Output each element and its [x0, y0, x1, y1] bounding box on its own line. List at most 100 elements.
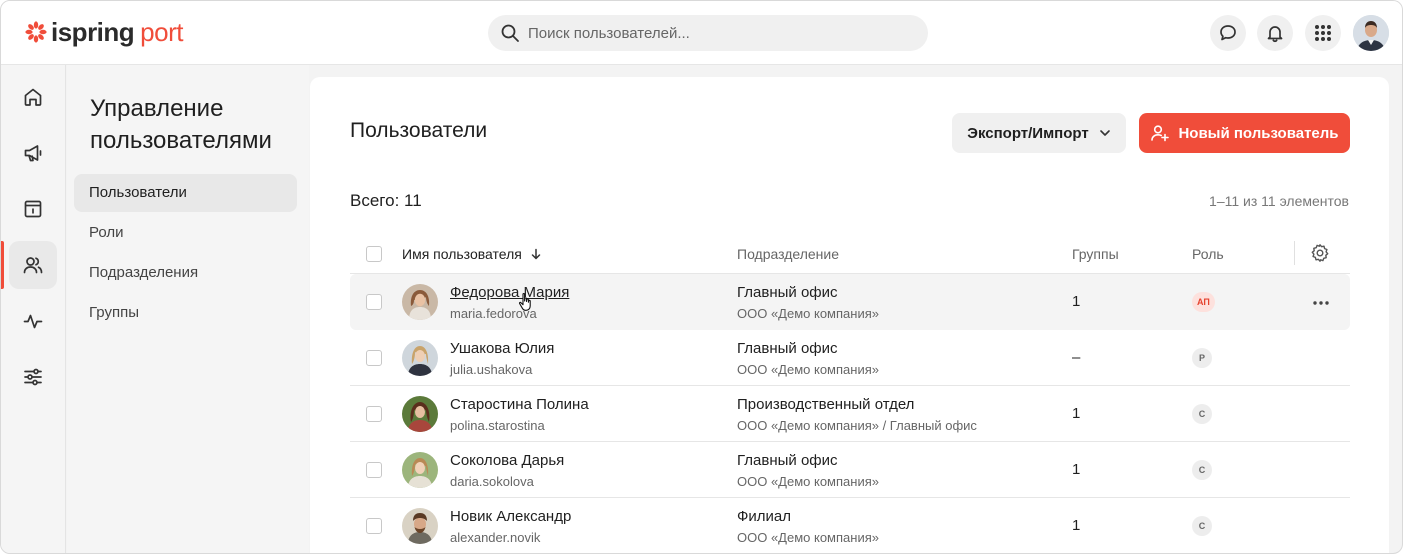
row-checkbox[interactable]	[366, 350, 382, 366]
users-icon	[23, 257, 43, 274]
role-badge: Р	[1192, 348, 1212, 368]
header-divider	[1294, 241, 1295, 265]
notifications-button[interactable]	[1257, 15, 1293, 51]
main-content: Пользователи Экспорт/Импорт Новый пользо…	[310, 77, 1389, 553]
home-icon	[24, 88, 42, 106]
user-name-link[interactable]: Соколова Дарья	[450, 452, 564, 469]
apps-button[interactable]	[1305, 15, 1341, 51]
search-icon	[501, 24, 519, 42]
logo-flower-icon	[25, 21, 47, 43]
role-badge: С	[1192, 516, 1212, 536]
department-name: Филиал	[737, 508, 792, 525]
column-header-department[interactable]: Подразделение	[737, 246, 839, 262]
table-row[interactable]: Новик Александр alexander.novik Филиал О…	[350, 498, 1350, 553]
column-header-name[interactable]: Имя пользователя	[402, 246, 542, 262]
user-photo	[1353, 15, 1389, 51]
select-all-checkbox[interactable]	[366, 246, 382, 262]
column-header-role[interactable]: Роль	[1192, 246, 1224, 262]
chat-button[interactable]	[1210, 15, 1246, 51]
department-path: ООО «Демо компания» / Главный офис	[737, 418, 977, 433]
department-path: ООО «Демо компания»	[737, 306, 879, 321]
groups-count: 1	[1072, 461, 1081, 478]
logo-main-text: ispring	[51, 17, 135, 47]
export-import-button[interactable]: Экспорт/Импорт	[952, 113, 1126, 153]
pagination-info: 1–11 из 11 элементов	[1209, 193, 1349, 209]
row-checkbox[interactable]	[366, 294, 382, 310]
department-path: ООО «Демо компания»	[737, 362, 879, 377]
user-login: alexander.novik	[450, 530, 541, 545]
sidebar-item-roles[interactable]: Роли	[74, 214, 297, 252]
chevron-down-icon	[1099, 130, 1110, 136]
department-name: Главный офис	[737, 452, 838, 469]
row-checkbox[interactable]	[366, 462, 382, 478]
nav-activity[interactable]	[9, 297, 57, 345]
nav-announcements[interactable]	[9, 129, 57, 177]
department-path: ООО «Демо компания»	[737, 530, 879, 545]
avatar	[402, 284, 438, 320]
department-name: Главный офис	[737, 284, 838, 301]
sort-arrow-down-icon	[531, 248, 541, 260]
more-options-icon[interactable]	[1312, 294, 1330, 312]
top-bar: ispring port	[1, 1, 1402, 65]
page-title: Пользователи	[350, 119, 488, 142]
nav-settings[interactable]	[9, 353, 57, 401]
search-bar[interactable]	[488, 15, 928, 51]
role-badge: АП	[1192, 292, 1215, 312]
table-row[interactable]: Ушакова Юлия julia.ushakova Главный офис…	[350, 330, 1350, 386]
user-name-link[interactable]: Федорова Мария	[450, 284, 569, 301]
section-title: Управление пользователями	[90, 95, 272, 154]
user-login: daria.sokolova	[450, 474, 534, 489]
department-path: ООО «Демо компания»	[737, 474, 879, 489]
groups-count: 1	[1072, 405, 1081, 422]
logo-accent-text: port	[140, 17, 183, 47]
table-header: Имя пользователя Подразделение Группы Ро…	[350, 237, 1350, 274]
gear-icon[interactable]	[1310, 243, 1330, 263]
active-indicator	[1, 241, 4, 289]
groups-count: –	[1072, 349, 1081, 366]
activity-icon	[23, 314, 43, 329]
avatar	[402, 452, 438, 488]
user-login: julia.ushakova	[450, 362, 533, 377]
icon-rail	[1, 65, 66, 553]
search-input[interactable]	[528, 24, 908, 42]
nav-catalog[interactable]	[9, 185, 57, 233]
user-name-link[interactable]: Новик Александр	[450, 508, 571, 525]
department-name: Производственный отдел	[737, 396, 915, 413]
app-window: ispring port Поиск пользователей... Упра…	[0, 0, 1403, 554]
export-import-label: Экспорт/Импорт	[967, 124, 1089, 142]
row-checkbox[interactable]	[366, 518, 382, 534]
user-avatar[interactable]	[1353, 15, 1389, 51]
hand-pointer-cursor-icon	[518, 292, 531, 311]
avatar	[402, 508, 438, 544]
add-user-icon	[1151, 125, 1170, 142]
sidebar-item-departments[interactable]: Подразделения	[74, 254, 297, 292]
role-badge: С	[1192, 460, 1212, 480]
sidebar-item-groups[interactable]: Группы	[74, 294, 297, 332]
role-badge: С	[1192, 404, 1212, 424]
new-user-button[interactable]: Новый пользователь	[1139, 113, 1350, 153]
user-name-link[interactable]: Старостина Полина	[450, 396, 589, 413]
table-row[interactable]: Соколова Дарья daria.sokolova Главный оф…	[350, 442, 1350, 498]
sidebar-item-users[interactable]: Пользователи	[74, 174, 297, 212]
catalog-icon	[24, 200, 42, 218]
user-login: polina.starostina	[450, 418, 545, 433]
table-row[interactable]: Федорова Мария maria.fedorova Главный оф…	[350, 274, 1350, 330]
settings-sliders-icon	[24, 368, 42, 386]
user-name-link[interactable]: Ушакова Юлия	[450, 340, 554, 357]
apps-grid-icon	[1315, 25, 1331, 41]
groups-count: 1	[1072, 517, 1081, 534]
column-header-groups[interactable]: Группы	[1072, 246, 1119, 262]
avatar	[402, 340, 438, 376]
megaphone-icon	[24, 145, 42, 162]
new-user-label: Новый пользователь	[1178, 124, 1339, 142]
bell-icon	[1267, 26, 1283, 43]
table-row[interactable]: Старостина Полина polina.starostina Прои…	[350, 386, 1350, 442]
row-checkbox[interactable]	[366, 406, 382, 422]
logo[interactable]: ispring port	[25, 18, 183, 46]
department-name: Главный офис	[737, 340, 838, 357]
avatar	[402, 396, 438, 432]
section-sidebar: Управление пользователями Пользователи Р…	[67, 65, 309, 553]
nav-home[interactable]	[9, 73, 57, 121]
column-header-name-label: Имя пользователя	[402, 246, 522, 262]
nav-users[interactable]	[9, 241, 57, 289]
